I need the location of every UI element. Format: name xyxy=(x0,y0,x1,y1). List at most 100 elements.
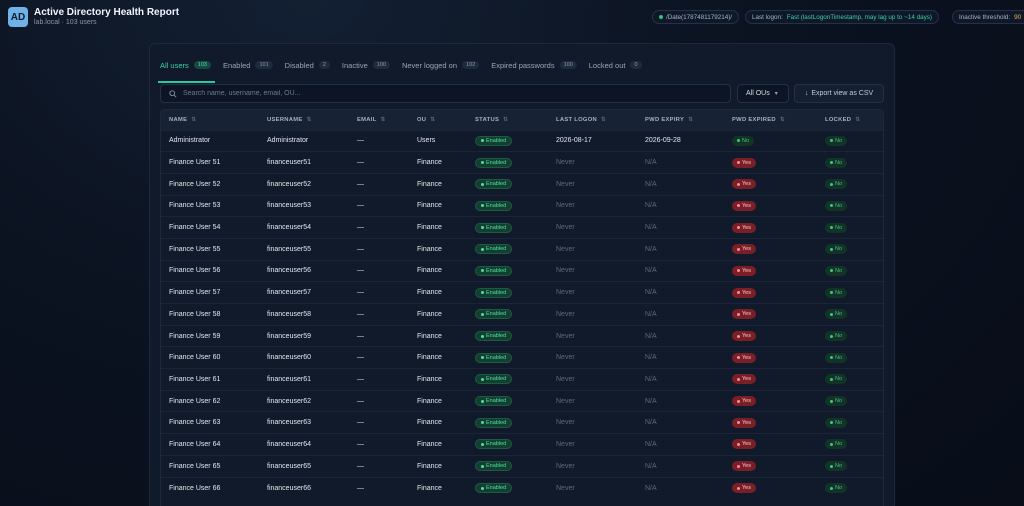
table-row[interactable]: Administrator Administrator — Users Enabled 2… xyxy=(161,129,883,152)
badge-dot-icon xyxy=(830,442,833,446)
pwd-expired-badge: Yes xyxy=(732,461,756,472)
badge-label: Enabled xyxy=(486,485,507,492)
badge-dot-icon xyxy=(737,269,740,273)
cell-locked: No xyxy=(817,389,883,412)
tab-locked-out[interactable]: Locked out 0 xyxy=(589,56,642,74)
table-row[interactable]: Finance User 61 financeuser61— Finance Enab… xyxy=(161,368,883,391)
tab-inactive[interactable]: Inactive 100 xyxy=(342,56,390,74)
users-table: NAME ⇅ USERNAME ⇅ EMAIL ⇅ OU ⇅ STATUS ⇅ LAST … xyxy=(160,109,884,506)
tab-disabled[interactable]: Disabled 2 xyxy=(285,56,330,74)
ou-filter-select[interactable]: All OUs ▾ xyxy=(737,84,789,103)
cell-last-logon: Never xyxy=(548,303,637,326)
cell-locked: No xyxy=(817,216,883,239)
cell-last-logon: 2026-08-17 xyxy=(548,129,637,152)
tab-count-badge: 101 xyxy=(255,61,273,69)
tab-label: Inactive xyxy=(341,60,368,70)
table-row[interactable]: Finance User 60 financeuser60— Finance Enab… xyxy=(161,346,883,369)
table-row[interactable]: Finance User 53 financeuser53— Finance Enab… xyxy=(161,194,883,217)
cell-pwd-expired: Yes xyxy=(724,476,817,499)
column-header-email[interactable]: EMAIL ⇅ xyxy=(349,110,409,130)
tab-count-badge: 100 xyxy=(559,61,577,69)
pwd-expired-badge: Yes xyxy=(732,331,756,342)
tab-label: Never logged on xyxy=(401,60,458,70)
status-badge: Enabled xyxy=(475,244,513,255)
column-header-username[interactable]: USERNAME ⇅ xyxy=(259,110,349,130)
sort-icon: ⇅ xyxy=(304,116,312,123)
cell-name: Finance User 58 xyxy=(161,303,259,326)
tab-enabled[interactable]: Enabled 101 xyxy=(223,56,273,74)
cell-username: financeuser59 xyxy=(259,324,349,347)
badge-label: Enabled xyxy=(486,289,507,296)
table-row[interactable]: Finance User 51 financeuser51— Finance Enab… xyxy=(161,151,883,174)
badge-dot-icon xyxy=(481,334,484,338)
cell-last-logon: Never xyxy=(548,476,637,499)
tab-never-logged-on[interactable]: Never logged on 102 xyxy=(401,56,480,74)
tab-label: All users xyxy=(160,60,189,70)
column-header-ou[interactable]: OU ⇅ xyxy=(409,110,467,130)
cell-last-logon: Never xyxy=(548,172,637,196)
column-header-label: USERNAME xyxy=(267,116,303,123)
cell-pwd-expired: Yes xyxy=(724,346,817,369)
badge-label: Enabled xyxy=(486,311,507,318)
cell-ou: Finance xyxy=(409,281,467,304)
badge-dot-icon xyxy=(481,269,484,273)
locked-badge: No xyxy=(825,309,848,320)
badge-label: Yes xyxy=(742,311,751,318)
cell-username: financeuser52 xyxy=(259,172,349,196)
cell-ou: Finance xyxy=(409,259,467,282)
column-header-pwd-expired[interactable]: PWD EXPIRED ⇅ xyxy=(724,110,817,130)
badge-label: Enabled xyxy=(486,398,507,405)
column-header-locked[interactable]: LOCKED ⇅ xyxy=(817,110,883,130)
badge-dot-icon xyxy=(481,486,484,490)
pwd-expired-badge: Yes xyxy=(732,222,756,233)
tab-all-users[interactable]: All users 103 xyxy=(158,56,215,83)
badge-dot-icon xyxy=(830,464,833,468)
search-input[interactable] xyxy=(183,90,703,97)
badge-dot-icon xyxy=(830,356,833,360)
table-row[interactable]: Finance User 54 financeuser54— Finance Enab… xyxy=(161,216,883,239)
report-panel: All users 103 Enabled 101 Disabled 2 Inactive 1… xyxy=(149,43,895,506)
badge-dot-icon xyxy=(481,464,484,468)
cell-ou: Finance xyxy=(409,216,467,239)
status-badge: Enabled xyxy=(475,309,513,320)
table-row[interactable]: Finance User 63 financeuser63— Finance Enab… xyxy=(161,411,883,434)
table-row[interactable]: Finance User 56 financeuser56— Finance Enab… xyxy=(161,259,883,282)
tab-expired-passwords[interactable]: Expired passwords 100 xyxy=(491,56,577,74)
table-row[interactable]: Finance User 52 financeuser52— Finance Enab… xyxy=(161,172,883,196)
column-header-status[interactable]: STATUS ⇅ xyxy=(467,110,548,130)
badge-dot-icon xyxy=(737,464,740,468)
table-row[interactable]: Finance User 59 financeuser59— Finance Enab… xyxy=(161,324,883,347)
search-box[interactable] xyxy=(160,84,731,103)
badge-dot-icon xyxy=(737,182,740,186)
status-badge: Enabled xyxy=(475,461,513,472)
badge-label: No xyxy=(835,289,843,296)
cell-status: Enabled xyxy=(467,324,548,347)
badge-dot-icon xyxy=(737,226,740,230)
badge-label: Yes xyxy=(742,159,751,166)
cell-ou: Finance xyxy=(409,151,467,174)
badge-dot-icon xyxy=(830,421,833,425)
column-header-pwd-expiry[interactable]: PWD EXPIRY ⇅ xyxy=(637,110,724,130)
table-row[interactable]: Finance User 66 financeuser66— Finance Enab… xyxy=(161,476,883,499)
cell-locked: No xyxy=(817,368,883,391)
table-row[interactable]: Finance User 57 financeuser57— Finance Enab… xyxy=(161,281,883,304)
table-row[interactable]: Finance User 58 financeuser58— Finance Enab… xyxy=(161,303,883,326)
cell-pwd-expired: No xyxy=(724,129,817,152)
badge-dot-icon xyxy=(830,377,833,381)
cell-last-logon: Never xyxy=(548,259,637,282)
table-row[interactable]: Finance User 62 financeuser62— Finance Enab… xyxy=(161,389,883,412)
badge-dot-icon xyxy=(481,182,484,186)
table-row[interactable]: Finance User 65 financeuser65— Finance Enab… xyxy=(161,454,883,477)
badge-dot-icon xyxy=(481,442,484,446)
tab-count-badge: 2 xyxy=(318,61,330,69)
cell-username: financeuser56 xyxy=(259,259,349,282)
column-header-last-logon[interactable]: LAST LOGON ⇅ xyxy=(548,110,637,130)
column-header-name[interactable]: NAME ⇅ xyxy=(161,110,259,130)
badge-label: Enabled xyxy=(486,376,507,383)
pwd-expired-badge: Yes xyxy=(732,309,756,320)
table-row[interactable]: Finance User 55 financeuser55— Finance Enab… xyxy=(161,237,883,261)
cell-pwd-expiry: N/A xyxy=(637,151,724,174)
badge-label: No xyxy=(835,267,843,274)
table-row[interactable]: Finance User 64 financeuser64— Finance Enab… xyxy=(161,433,883,456)
export-csv-button[interactable]: ↓ Export view as CSV xyxy=(794,84,884,103)
